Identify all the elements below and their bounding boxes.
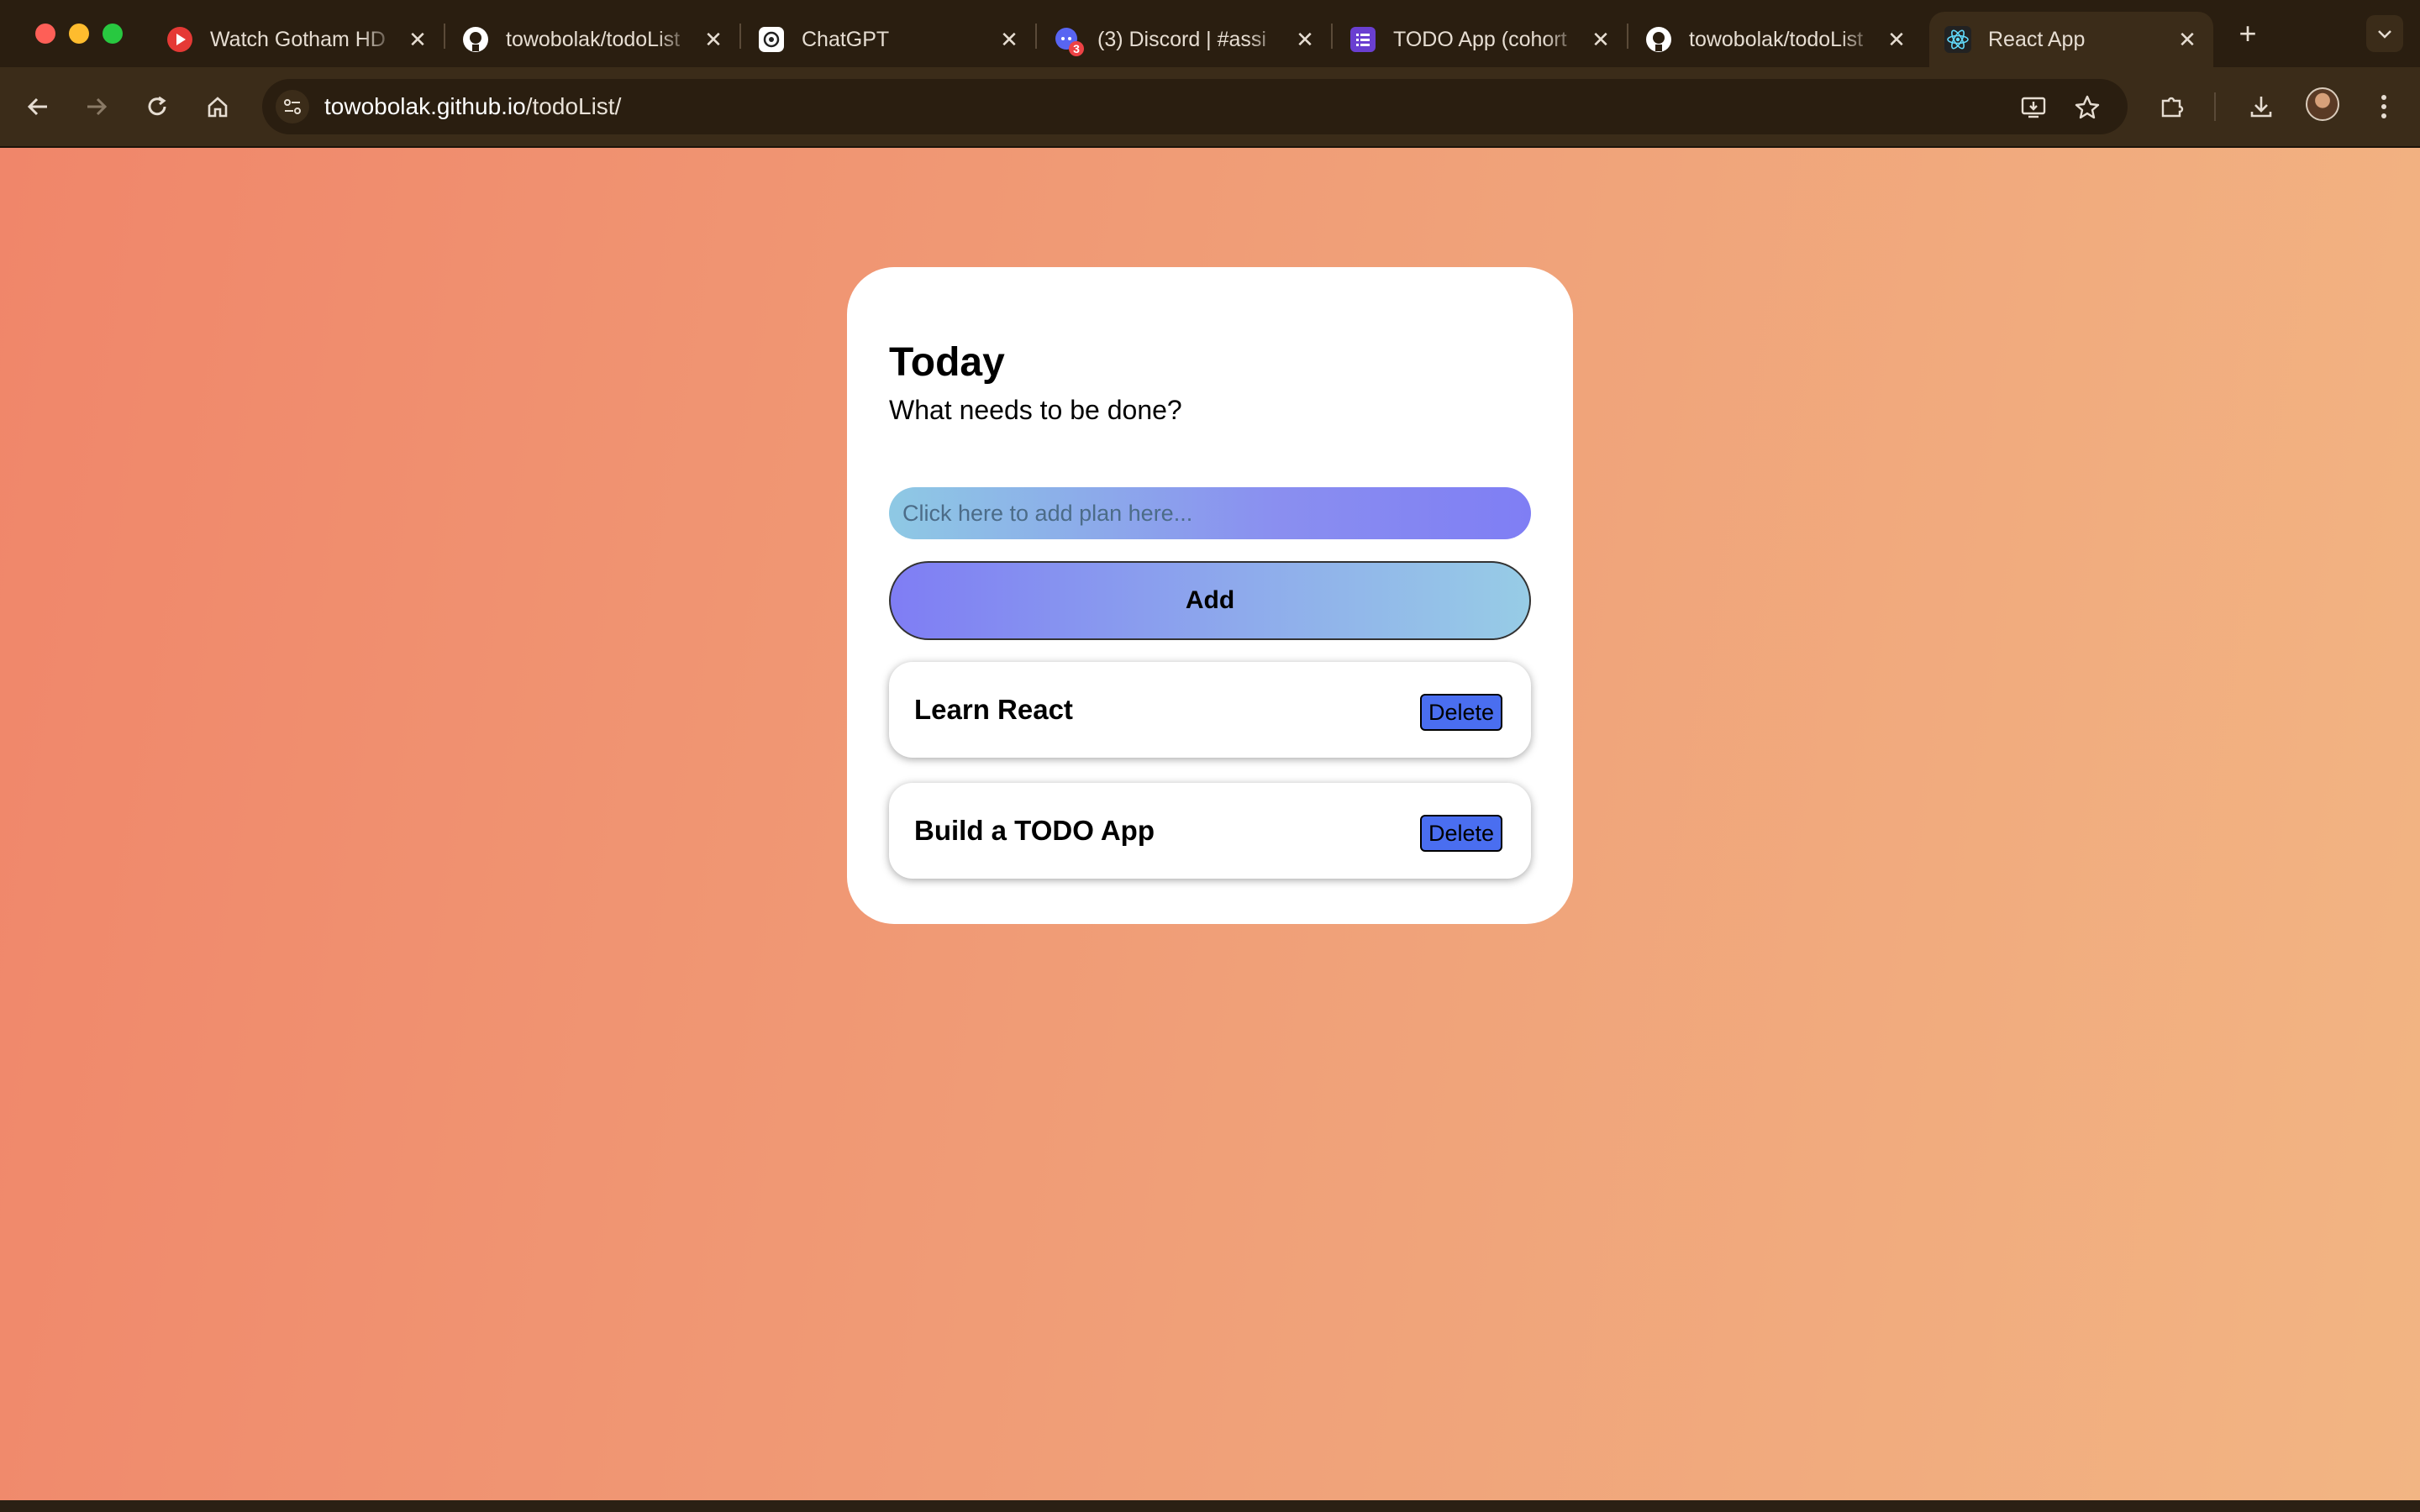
forward-button[interactable] (77, 87, 116, 126)
todo-card: Today What needs to be done? Add Learn R… (847, 267, 1573, 924)
chevron-down-icon (2378, 30, 2391, 39)
tab-title: ChatGPT (802, 27, 890, 51)
extensions-button[interactable] (2153, 87, 2191, 126)
tab-divider (739, 24, 741, 49)
puzzle-icon (2161, 97, 2184, 118)
arrow-right-icon (87, 97, 108, 116)
url-text: towobolak.github.io/todoList/ (324, 79, 621, 134)
download-icon (2250, 97, 2272, 118)
tab-search-button[interactable] (2366, 15, 2403, 52)
tab-discord[interactable]: 3 (3) Discord | #assi ✕ (1054, 12, 1318, 67)
reload-button[interactable] (138, 87, 176, 126)
todo-item: Learn React Delete (889, 662, 1531, 758)
tab-chatgpt[interactable]: ChatGPT ✕ (758, 12, 1022, 67)
page-background: Today What needs to be done? Add Learn R… (0, 148, 2420, 1512)
browser-toolbar: towobolak.github.io/todoList/ (0, 67, 2420, 148)
delete-button[interactable]: Delete (1419, 694, 1502, 731)
tab-close-icon[interactable]: ✕ (1588, 27, 1613, 53)
notification-badge: 3 (1069, 41, 1084, 56)
tab-title: TODO App (cohort (1393, 27, 1567, 51)
url-host: towobolak.github.io (324, 93, 526, 119)
tab-watch-gotham[interactable]: Watch Gotham HD ✕ (166, 12, 430, 67)
tab-close-icon[interactable]: ✕ (405, 27, 430, 53)
url-path: /todoList/ (525, 93, 622, 119)
tab-divider (1627, 24, 1628, 49)
minimize-window-button[interactable] (69, 24, 89, 44)
arrow-left-icon (27, 97, 47, 116)
tab-github-todolist-2[interactable]: towobolak/todoList ✕ (1645, 12, 1909, 67)
new-tab-button[interactable]: + (2231, 15, 2265, 52)
tab-divider (444, 24, 445, 49)
site-info-icon[interactable] (276, 90, 309, 123)
plan-input[interactable] (889, 487, 1531, 539)
tab-divider (1035, 24, 1037, 49)
back-button[interactable] (18, 87, 57, 126)
browser-menu-button[interactable] (2365, 87, 2403, 126)
discord-icon: 3 (1054, 26, 1084, 56)
tab-todo-app[interactable]: TODO App (cohort ✕ (1349, 12, 1613, 67)
tab-react-app[interactable]: React App ✕ (1929, 12, 2213, 67)
list-icon (1349, 26, 1376, 53)
todo-item: Build a TODO App Delete (889, 783, 1531, 879)
tab-title: Watch Gotham HD (210, 27, 386, 51)
home-button[interactable] (198, 87, 237, 126)
react-icon (1944, 26, 1971, 53)
downloads-button[interactable] (2242, 87, 2281, 126)
tab-close-icon[interactable]: ✕ (701, 27, 726, 53)
add-button[interactable]: Add (889, 561, 1531, 640)
tab-title: towobolak/todoList (1689, 27, 1864, 51)
chatgpt-icon (758, 26, 785, 53)
youtube-icon (166, 26, 193, 53)
install-icon (2021, 97, 2046, 118)
github-icon (1645, 26, 1672, 53)
todo-text: Build a TODO App (914, 815, 1155, 846)
page-subtitle: What needs to be done? (889, 395, 1182, 425)
tab-title: towobolak/todoList (506, 27, 681, 51)
star-icon (2075, 95, 2100, 119)
home-icon (208, 97, 228, 118)
address-bar[interactable]: towobolak.github.io/todoList/ (262, 79, 2128, 134)
profile-avatar[interactable] (2306, 87, 2339, 121)
bookmark-button[interactable] (2070, 91, 2104, 124)
close-window-button[interactable] (35, 24, 55, 44)
more-vert-icon (2381, 95, 2386, 118)
tab-github-todolist[interactable]: towobolak/todoList ✕ (462, 12, 726, 67)
tab-close-icon[interactable]: ✕ (2175, 27, 2200, 53)
tab-strip: Watch Gotham HD ✕ towobolak/todoList ✕ C… (0, 0, 2420, 67)
maximize-window-button[interactable] (103, 24, 123, 44)
page-title: Today (889, 340, 1005, 385)
tab-title: React App (1988, 27, 2086, 51)
reload-icon (148, 96, 166, 116)
tab-close-icon[interactable]: ✕ (1884, 27, 1909, 53)
tab-close-icon[interactable]: ✕ (997, 27, 1022, 53)
toolbar-divider (2214, 92, 2216, 121)
delete-button[interactable]: Delete (1419, 815, 1502, 852)
todo-text: Learn React (914, 694, 1073, 725)
github-icon (462, 26, 489, 53)
tab-close-icon[interactable]: ✕ (1292, 27, 1318, 53)
install-app-button[interactable] (2017, 91, 2050, 124)
tab-title: (3) Discord | #assi (1097, 27, 1266, 51)
window-bottom-edge (0, 1500, 2420, 1512)
tab-divider (1331, 24, 1333, 49)
